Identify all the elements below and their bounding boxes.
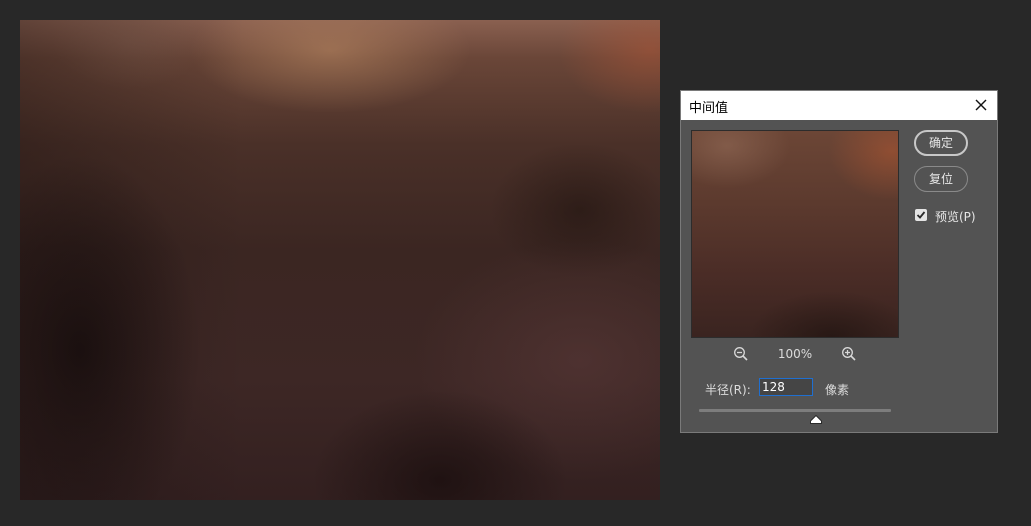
radius-label: 半径(R): [705,383,751,397]
zoom-out-icon[interactable] [733,346,749,362]
preview-label: 预览(P) [935,210,976,224]
filter-preview-image[interactable] [691,130,899,338]
ok-button[interactable]: 确定 [914,130,968,156]
dialog-title: 中间值 [689,101,729,116]
radius-input[interactable] [759,378,813,396]
zoom-level-text: 100% [777,347,813,361]
median-filter-dialog: 中间值 100% 半径(R): 128 像素 确定 复位 预览(P) [680,90,998,433]
radius-unit-label: 像素 [825,383,850,397]
filter-preview-detail [692,131,898,337]
canvas-image-shade [20,20,660,500]
radius-slider-handle[interactable] [810,413,823,424]
document-canvas[interactable] [20,20,660,500]
preview-zoom-controls: 100% [691,344,899,364]
preview-toggle[interactable]: 预览(P) [914,207,994,225]
close-icon[interactable] [971,95,991,115]
radius-slider-track[interactable] [699,409,891,412]
reset-button[interactable]: 复位 [914,166,968,192]
radius-control: 半径(R): 像素 [705,378,985,398]
preview-checkbox[interactable] [915,209,927,221]
dialog-titlebar[interactable]: 中间值 [681,91,997,120]
zoom-in-icon[interactable] [841,346,857,362]
radius-slider[interactable] [699,408,891,424]
